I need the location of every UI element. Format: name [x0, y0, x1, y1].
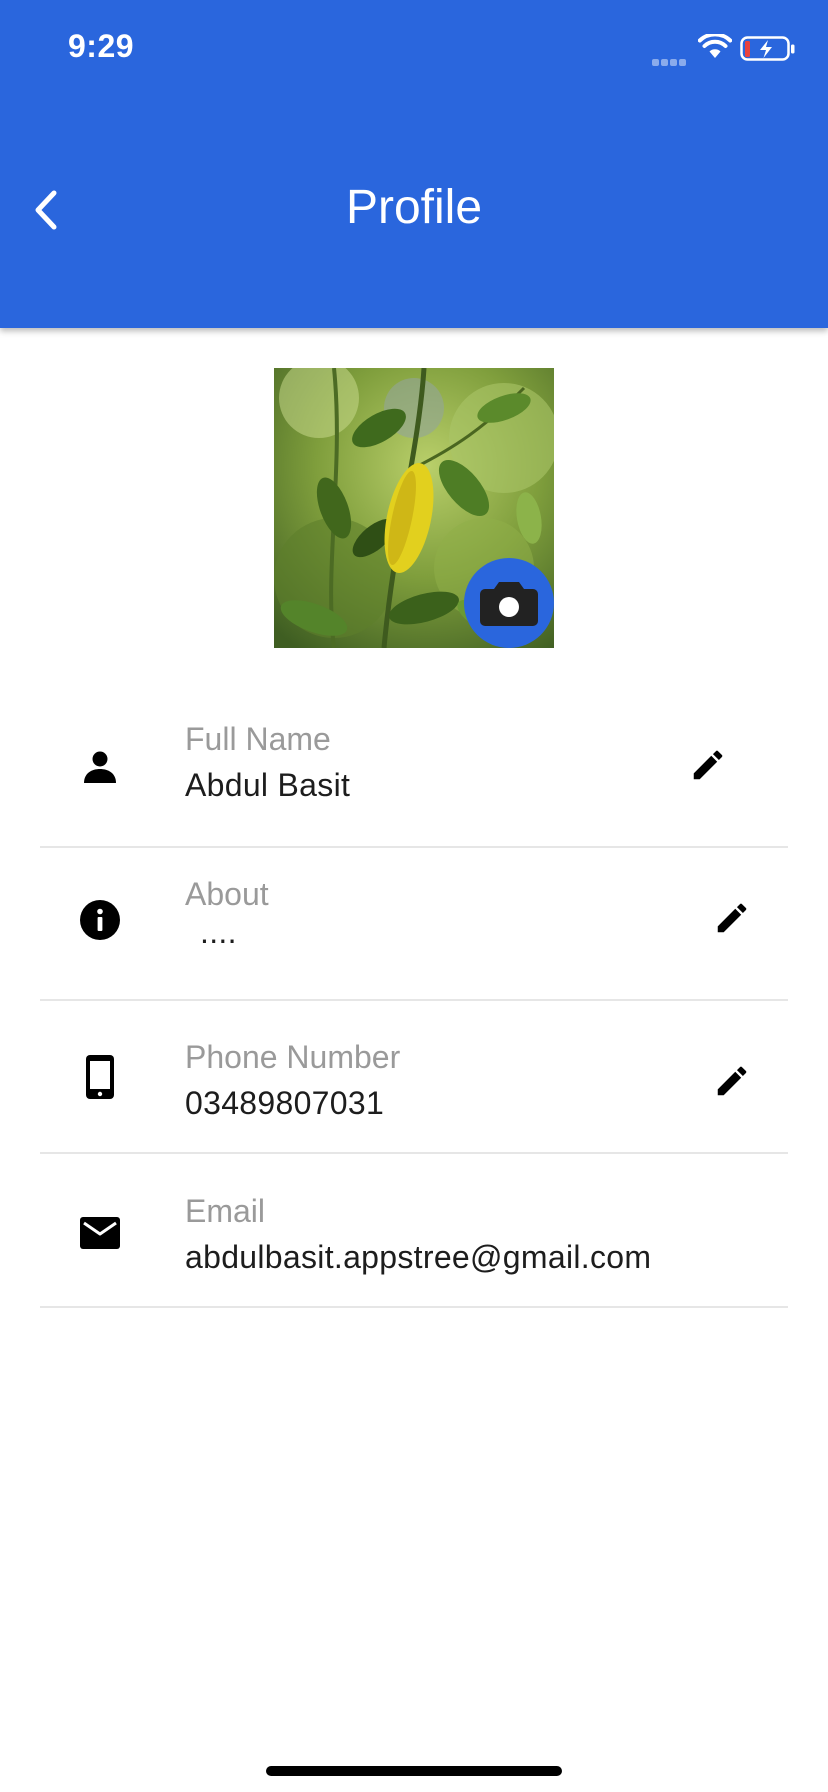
smartphone-icon [74, 1051, 126, 1103]
app-bar: 9:29 Profile [0, 0, 828, 328]
field-label: About [185, 876, 269, 912]
status-time: 9:29 [68, 28, 135, 64]
field-label: Full Name [185, 721, 331, 757]
phone-number-row: Phone Number 03489807031 [40, 999, 788, 1154]
field-value: abdulbasit.appstree@gmail.com [185, 1239, 652, 1275]
person-icon [74, 741, 126, 793]
page-title: Profile [345, 181, 483, 234]
edit-full-name-button[interactable] [680, 737, 736, 793]
home-indicator [266, 1766, 562, 1776]
full-name-row: Full Name Abdul Basit [40, 693, 788, 848]
wifi-icon [698, 34, 732, 58]
info-icon [74, 894, 126, 946]
pencil-icon [693, 750, 723, 780]
pencil-icon [717, 1066, 747, 1096]
field-value: Abdul Basit [185, 767, 351, 803]
mail-icon [74, 1207, 126, 1259]
camera-icon [480, 582, 538, 626]
email-row: Email abdulbasit.appstree@gmail.com [40, 1153, 788, 1308]
pencil-icon [717, 903, 747, 933]
field-value: .... [200, 914, 237, 950]
edit-phone-number-button[interactable] [704, 1053, 760, 1109]
change-photo-button[interactable] [464, 558, 554, 648]
about-row: About .... [40, 846, 788, 1001]
field-label: Email [185, 1193, 266, 1229]
field-value: 03489807031 [185, 1085, 385, 1121]
field-label: Phone Number [185, 1039, 401, 1075]
battery-charging-icon [740, 36, 795, 61]
cellular-signal-icon [652, 53, 688, 71]
edit-about-button[interactable] [704, 890, 760, 946]
